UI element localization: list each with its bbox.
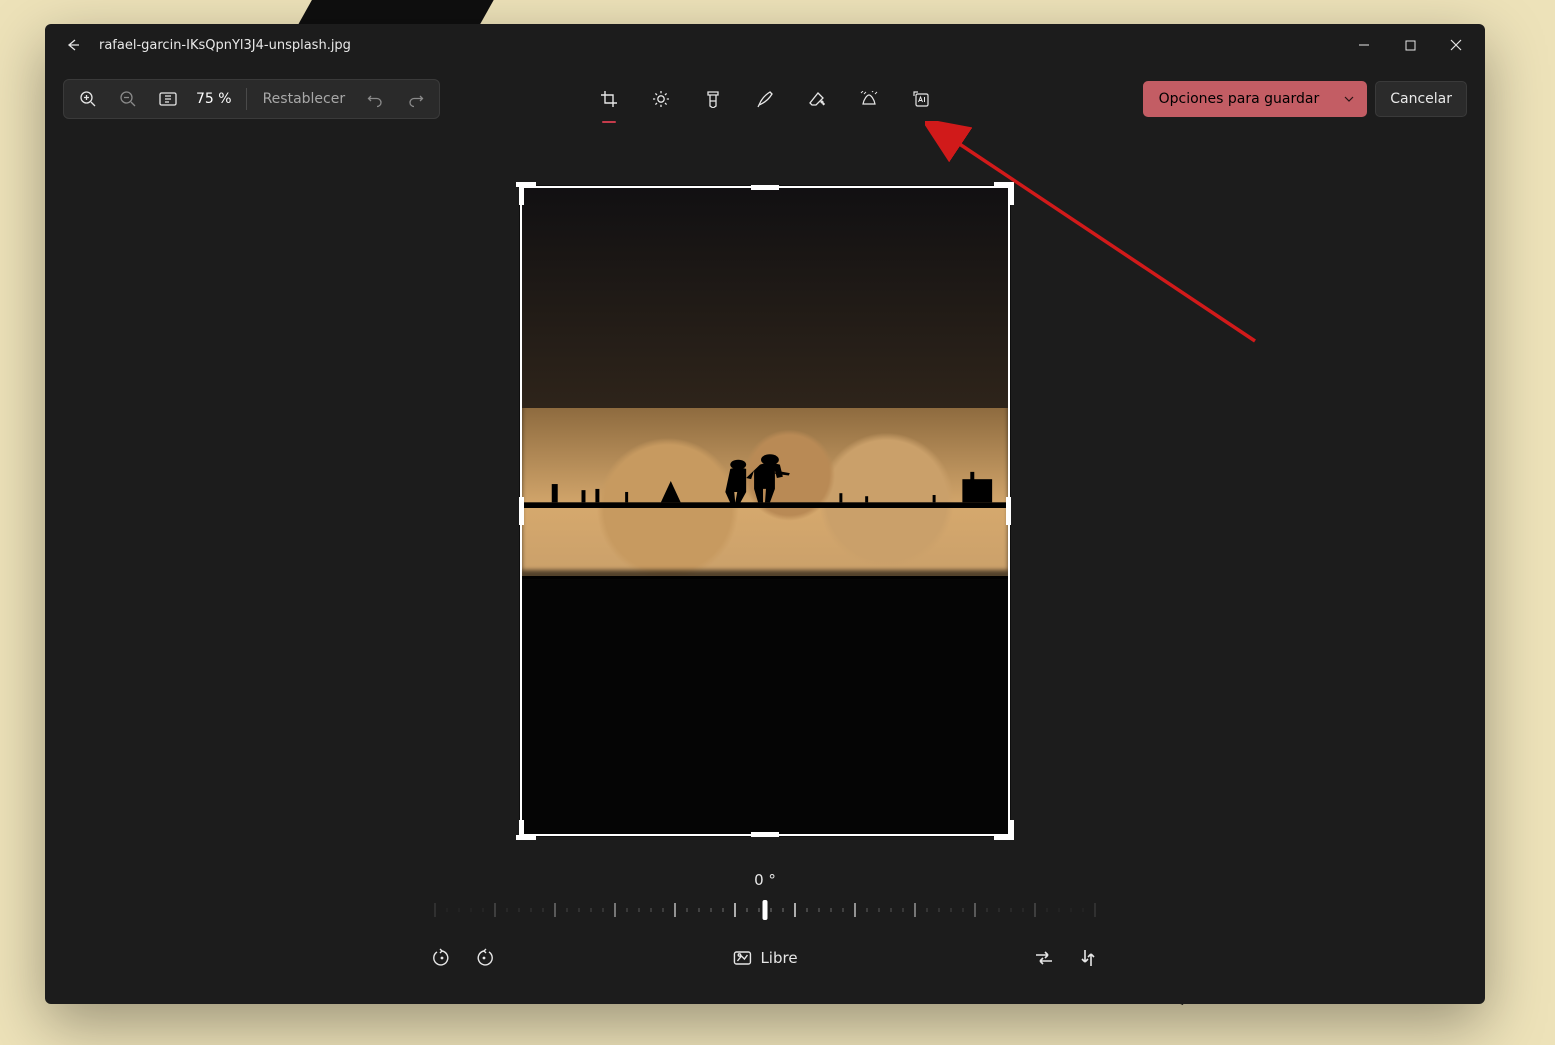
chevron-down-icon: [1343, 93, 1355, 105]
rotation-angle-label: 0 °: [754, 871, 776, 889]
editor-content: 75 % Restablecer: [45, 66, 1485, 1004]
crop-handle-bl[interactable]: [516, 835, 536, 840]
crop-handle-right[interactable]: [1006, 497, 1011, 525]
aspect-ratio-label: Libre: [760, 949, 797, 967]
rotate-ccw-icon: [432, 948, 452, 968]
redo-button[interactable]: [395, 80, 435, 118]
tab-markup[interactable]: [745, 79, 785, 119]
zoom-in-button[interactable]: [68, 80, 108, 118]
zoom-out-icon: [119, 90, 137, 108]
filter-icon: [705, 90, 721, 108]
minimize-icon: [1358, 39, 1370, 51]
tab-ai-edit[interactable]: [901, 79, 941, 119]
zoom-toolbar: 75 % Restablecer: [63, 79, 440, 119]
zoom-level: 75 %: [188, 91, 240, 107]
ai-edit-icon: [912, 90, 930, 108]
crop-icon: [600, 90, 618, 108]
rotation-control: 0 °: [45, 871, 1485, 921]
crop-handle-left[interactable]: [519, 497, 524, 525]
pen-icon: [756, 90, 774, 108]
eraser-sparkle-icon: [808, 90, 826, 108]
flip-vertical-icon: [1080, 948, 1096, 968]
tab-erase[interactable]: [797, 79, 837, 119]
edit-tool-tabs: [589, 79, 941, 119]
crop-handle-bottom[interactable]: [751, 832, 779, 837]
flip-horizontal-button[interactable]: [1027, 941, 1061, 975]
crop-handle-tl[interactable]: [519, 185, 524, 205]
tab-background[interactable]: [849, 79, 889, 119]
crop-handle-tr[interactable]: [1009, 185, 1014, 205]
undo-icon: [367, 91, 384, 108]
window-maximize-button[interactable]: [1387, 24, 1433, 66]
close-icon: [1450, 39, 1462, 51]
tab-filter[interactable]: [693, 79, 733, 119]
tab-crop[interactable]: [589, 79, 629, 119]
zoom-fit-button[interactable]: [148, 80, 188, 118]
window-minimize-button[interactable]: [1341, 24, 1387, 66]
rotation-slider-thumb[interactable]: [763, 900, 768, 920]
crop-canvas[interactable]: [520, 186, 1010, 836]
undo-button[interactable]: [355, 80, 395, 118]
save-options-button[interactable]: Opciones para guardar: [1143, 81, 1368, 117]
photo-editor-window: rafael-garcin-IKsQpnYl3J4-unsplash.jpg: [45, 24, 1485, 1004]
zoom-out-button[interactable]: [108, 80, 148, 118]
save-button-label: Opciones para guardar: [1159, 91, 1320, 107]
crop-frame[interactable]: [520, 186, 1010, 836]
redo-icon: [407, 91, 424, 108]
save-actions: Opciones para guardar Cancelar: [1143, 79, 1467, 119]
reset-button[interactable]: Restablecer: [253, 91, 356, 107]
crop-bottom-bar: Libre: [45, 936, 1485, 980]
flip-horizontal-icon: [1034, 950, 1054, 966]
rotation-slider[interactable]: [425, 899, 1105, 921]
fit-screen-icon: [159, 92, 177, 106]
zoom-in-icon: [79, 90, 97, 108]
separator: [246, 88, 247, 110]
aspect-ratio-icon: [732, 948, 752, 968]
window-close-button[interactable]: [1433, 24, 1479, 66]
crop-handle-tl[interactable]: [516, 182, 536, 187]
flip-vertical-button[interactable]: [1071, 941, 1105, 975]
tab-adjust[interactable]: [641, 79, 681, 119]
crop-handle-br[interactable]: [994, 835, 1014, 840]
brightness-icon: [652, 90, 670, 108]
back-button[interactable]: [51, 24, 95, 66]
cancel-button[interactable]: Cancelar: [1375, 81, 1467, 117]
rotate-ccw-button[interactable]: [425, 941, 459, 975]
background-blur-icon: [860, 91, 878, 107]
crop-handle-tr[interactable]: [994, 182, 1014, 187]
arrow-left-icon: [65, 37, 81, 53]
rotate-cw-icon: [474, 948, 494, 968]
file-name: rafael-garcin-IKsQpnYl3J4-unsplash.jpg: [99, 38, 351, 53]
rotate-cw-button[interactable]: [467, 941, 501, 975]
maximize-icon: [1405, 40, 1416, 51]
crop-handle-top[interactable]: [751, 185, 779, 190]
cancel-button-label: Cancelar: [1390, 91, 1452, 107]
titlebar: rafael-garcin-IKsQpnYl3J4-unsplash.jpg: [45, 24, 1485, 66]
aspect-ratio-button[interactable]: Libre: [732, 936, 797, 980]
